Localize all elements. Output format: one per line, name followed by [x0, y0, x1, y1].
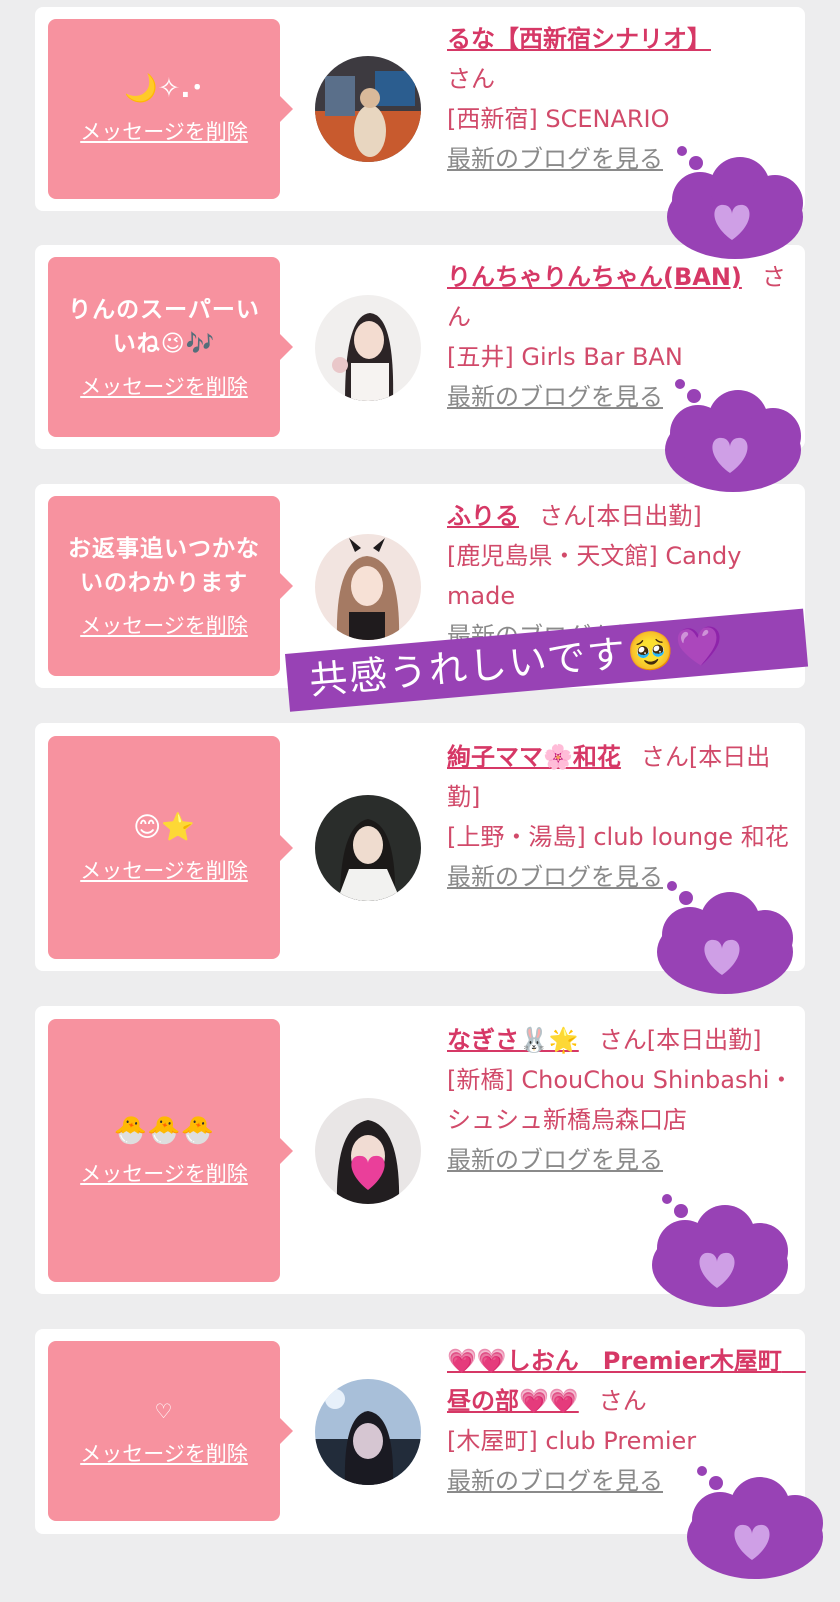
cast-info: なぎさ🐰🌟 さん[本日出勤] [新橋] ChouChou Shinbashi・シュ… [447, 1020, 797, 1180]
store-label: [西新宿] SCENARIO [447, 105, 670, 133]
store-label: [新橋] ChouChou Shinbashi・シュシュ新橋烏森口店 [447, 1066, 794, 1134]
message-bubble: 🌙✧.･ メッセージを削除 [48, 19, 293, 199]
message-text: お返事追いつかないのわかります [68, 536, 260, 596]
message-bubble: ♡ メッセージを削除 [48, 1341, 293, 1521]
store-label: [五井] Girls Bar BAN [447, 343, 683, 371]
san-label: さん[本日出勤] [598, 1026, 762, 1054]
san-label: さん[本日出勤] [539, 502, 702, 530]
avatar[interactable] [315, 534, 421, 640]
purple-heart-cloud-sticker-icon [665, 379, 801, 492]
cast-info: 絢子ママ🌸和花 さん[本日出勤] [上野・湯島] club lounge 和花 最… [447, 737, 797, 897]
cast-name-link[interactable]: ふりる [447, 502, 519, 530]
store-label: [木屋町] club Premier [447, 1427, 697, 1455]
message-list-page: 🌙✧.･ メッセージを削除 るな【西新宿シナリオ】 さん [西新宿] SCENA… [0, 0, 840, 1602]
delete-message-link[interactable]: メッセージを削除 [80, 116, 248, 146]
delete-message-link[interactable]: メッセージを削除 [80, 1438, 248, 1468]
message-text: ♡ [154, 1399, 174, 1423]
avatar-photo-icon [315, 56, 421, 162]
cast-name-link[interactable]: なぎさ🐰🌟 [447, 1026, 579, 1054]
message-text: りんのスーパーいいね😉🎶 [68, 297, 260, 357]
avatar-photo-icon [315, 295, 421, 401]
latest-blog-link[interactable]: 最新のブログを見る [447, 1140, 797, 1180]
avatar-photo-icon [315, 534, 421, 640]
avatar[interactable] [315, 1098, 421, 1204]
cast-name-link[interactable]: るな【西新宿シナリオ】 [447, 25, 711, 53]
store-label: [上野・湯島] club lounge 和花 [447, 823, 789, 851]
message-text: 😊⭐ [133, 811, 195, 843]
message-bubble: 😊⭐ メッセージを削除 [48, 736, 293, 959]
san-label: さん [598, 1387, 647, 1415]
message-bubble: りんのスーパーいいね😉🎶 メッセージを削除 [48, 257, 293, 437]
message-bubble: お返事追いつかないのわかります メッセージを削除 [48, 496, 293, 676]
message-text: 🌙✧.･ [124, 73, 204, 104]
store-label: [鹿児島県・天文館] Candy made [447, 542, 742, 610]
san-label: さん [447, 65, 495, 93]
delete-message-link[interactable]: メッセージを削除 [80, 855, 248, 885]
avatar[interactable] [315, 1379, 421, 1485]
purple-heart-cloud-sticker-icon [687, 1466, 823, 1579]
purple-heart-cloud-sticker-icon [657, 881, 793, 994]
avatar[interactable] [315, 56, 421, 162]
message-text: 🐣🐣🐣 [113, 1114, 215, 1146]
avatar[interactable] [315, 295, 421, 401]
avatar-photo-icon [315, 1098, 421, 1204]
message-bubble: 🐣🐣🐣 メッセージを削除 [48, 1019, 293, 1282]
delete-message-link[interactable]: メッセージを削除 [80, 1158, 248, 1188]
delete-message-link[interactable]: メッセージを削除 [80, 610, 248, 640]
cast-name-link[interactable]: りんちゃりんちゃん(BAN) [447, 263, 742, 291]
avatar-photo-icon [315, 1379, 421, 1485]
cast-name-link[interactable]: 絢子ママ🌸和花 [447, 743, 621, 771]
avatar-photo-icon [315, 795, 421, 901]
delete-message-link[interactable]: メッセージを削除 [80, 371, 248, 401]
purple-heart-cloud-sticker-icon [667, 146, 803, 259]
avatar[interactable] [315, 795, 421, 901]
purple-heart-cloud-sticker-icon [652, 1194, 788, 1307]
